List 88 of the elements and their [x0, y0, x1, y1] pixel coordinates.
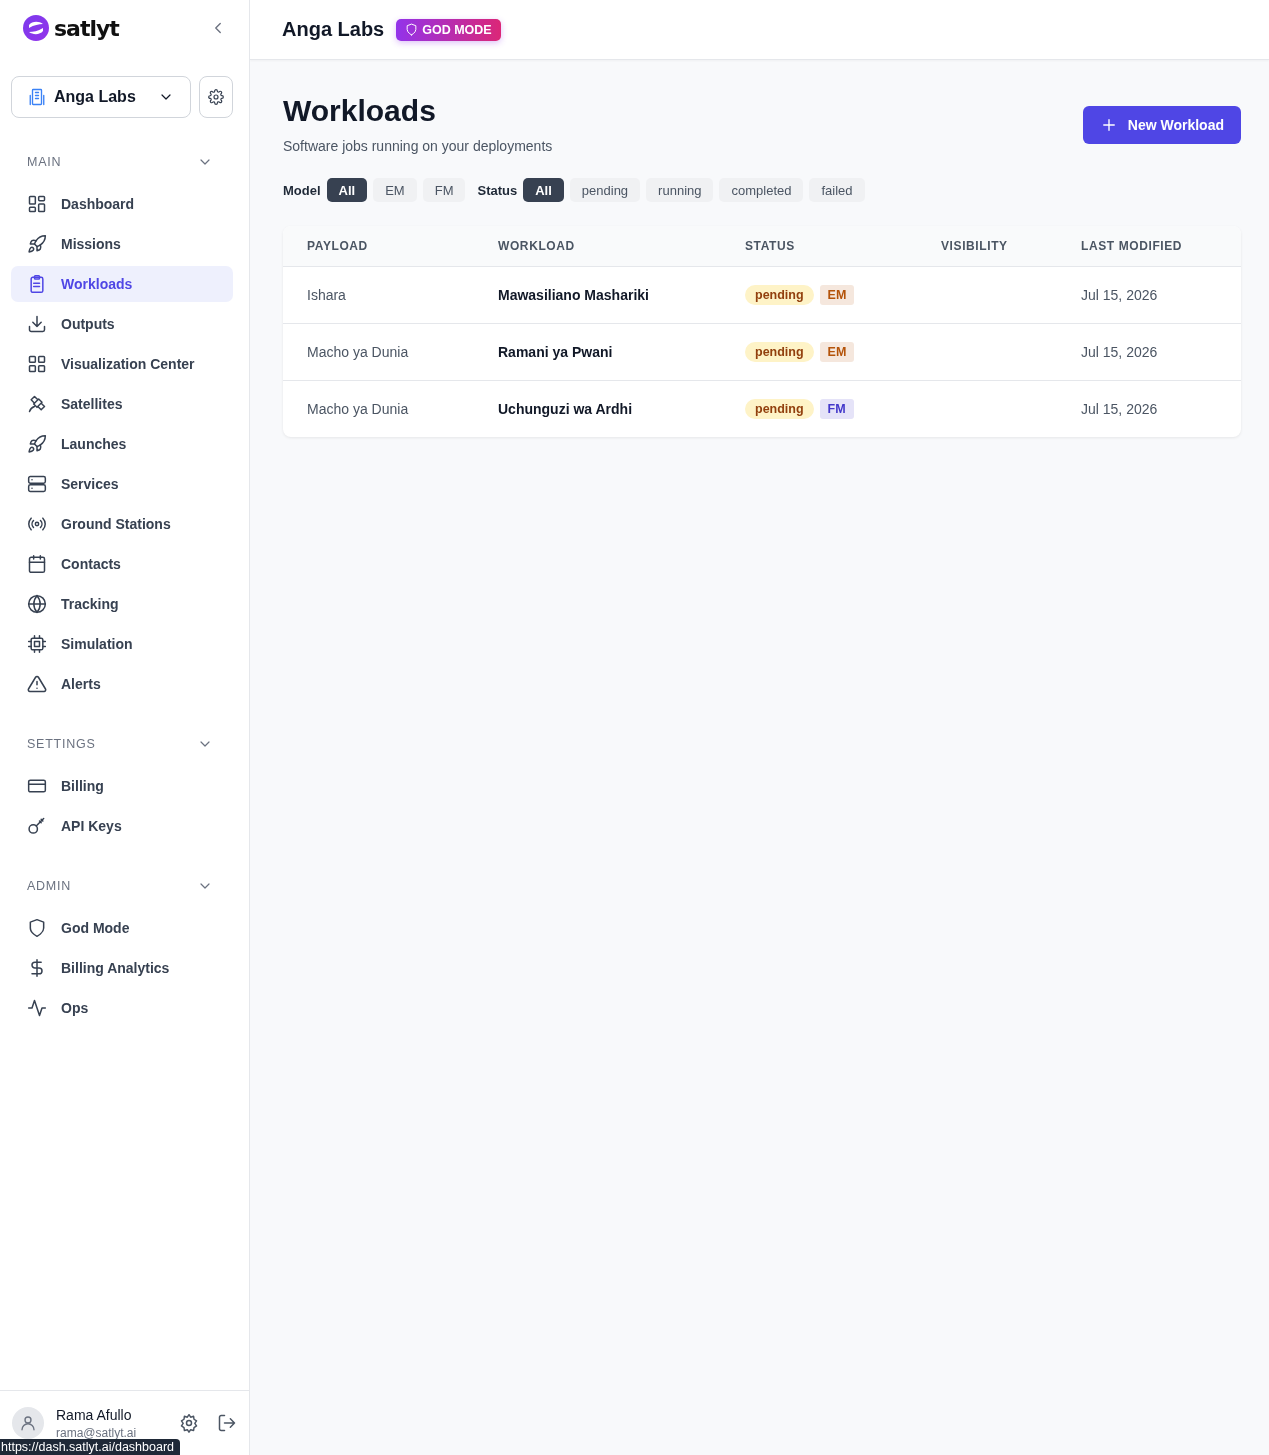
user-email: rama@satlyt.ai	[56, 1425, 138, 1440]
building-icon	[28, 88, 46, 106]
logout-button[interactable]	[217, 1413, 237, 1433]
download-icon	[27, 314, 47, 334]
page-title: Workloads	[283, 94, 437, 128]
filter-chip[interactable]: EM	[373, 178, 417, 202]
nav-item[interactable]: Ops	[11, 990, 233, 1026]
brand-name: satlyt	[54, 15, 119, 41]
status-badge: pending	[745, 342, 814, 362]
status-badge: pending	[745, 285, 814, 305]
filter-label: Status	[477, 182, 518, 198]
column-header: PAYLOAD	[307, 239, 369, 253]
filter-chip[interactable]: All	[326, 178, 368, 202]
column-header: STATUS	[745, 239, 796, 253]
warning-icon	[27, 674, 47, 694]
nav-item[interactable]: Simulation	[11, 626, 233, 662]
model-tag: EM	[819, 285, 855, 305]
nav-item[interactable]: Billing	[11, 768, 233, 804]
nav-item[interactable]: Services	[11, 466, 233, 502]
column-header: WORKLOAD	[498, 239, 576, 253]
settings-icon	[208, 89, 224, 105]
nav-item[interactable]: Launches	[11, 426, 233, 462]
satellite-icon	[27, 394, 47, 414]
grid-icon	[27, 194, 47, 214]
nav-item[interactable]: Tracking	[11, 586, 233, 622]
nav-item[interactable]: God Mode	[11, 910, 233, 946]
nav-item[interactable]: Workloads	[11, 266, 233, 302]
model-tag: EM	[819, 342, 855, 362]
logo-icon	[22, 14, 50, 42]
shield-icon	[405, 23, 419, 36]
nav-item[interactable]: Visualization Center	[11, 346, 233, 382]
filter-chip[interactable]: failed	[809, 178, 865, 202]
nav-item[interactable]: Outputs	[11, 306, 233, 342]
section-heading: ADMIN	[27, 879, 72, 893]
nav-item[interactable]: Ground Stations	[11, 506, 233, 542]
page-subtitle: Software jobs running on your deployments	[283, 138, 553, 154]
filter-chip[interactable]: All	[523, 178, 564, 202]
link-preview: https://dash.satlyt.ai/dashboard	[0, 1439, 181, 1455]
nav-item[interactable]: Dashboard	[11, 186, 233, 222]
new-workload-button[interactable]: New Workload	[1082, 106, 1241, 144]
table-cell-text: Jul 15, 2026	[1081, 401, 1159, 417]
key-icon	[27, 816, 47, 836]
model-tag: FM	[819, 399, 854, 419]
filter-chip[interactable]: completed	[719, 178, 804, 202]
server-icon	[27, 474, 47, 494]
filter-chip[interactable]: running	[646, 178, 714, 202]
filter-label: Model	[283, 182, 321, 198]
column-header: LAST MODIFIED	[1081, 239, 1184, 253]
table-cell-text: Uchunguzi wa Ardhi	[498, 401, 634, 417]
filter-chip[interactable]: FM	[422, 178, 466, 202]
settings-icon	[179, 1413, 199, 1433]
activity-icon	[27, 998, 47, 1018]
table-cell-text: Ramani ya Pwani	[498, 344, 614, 360]
table-cell-text: Jul 15, 2026	[1081, 344, 1159, 360]
avatar[interactable]	[12, 1407, 44, 1439]
nav-item[interactable]: Satellites	[11, 386, 233, 422]
credit-card-icon	[27, 776, 47, 796]
rocket-icon	[27, 234, 47, 254]
section-heading: MAIN	[27, 155, 62, 169]
nav-item[interactable]: Contacts	[11, 546, 233, 582]
god-mode-badge: GOD MODE	[396, 18, 501, 41]
broadcast-icon	[27, 514, 47, 534]
status-badge: pending	[745, 399, 814, 419]
grid-icon	[27, 354, 47, 374]
nav-item[interactable]: Missions	[11, 226, 233, 262]
filter-chip[interactable]: pending	[569, 178, 641, 202]
nav-item[interactable]: API Keys	[11, 808, 233, 844]
user-name: Rama Afullo	[56, 1406, 133, 1423]
table-cell-text: Macho ya Dunia	[307, 401, 410, 417]
table-cell-text: Ishara	[307, 287, 347, 303]
column-header: VISIBILITY	[941, 239, 1009, 253]
person-icon	[19, 1414, 37, 1432]
shield-icon	[27, 918, 47, 938]
calendar-icon	[27, 554, 47, 574]
table-cell-text: Mawasiliano Mashariki	[498, 287, 650, 303]
globe-icon	[27, 594, 47, 614]
organization-title: Anga Labs	[282, 18, 385, 41]
clipboard-icon	[27, 274, 47, 294]
table-cell-text: Jul 15, 2026	[1081, 287, 1159, 303]
nav-item[interactable]: Alerts	[11, 666, 233, 702]
chip-icon	[27, 634, 47, 654]
settings-button[interactable]	[179, 1413, 199, 1433]
organization-selector[interactable]: Anga Labs	[11, 76, 191, 118]
section-heading: SETTINGS	[27, 737, 96, 751]
logout-icon	[217, 1413, 237, 1433]
rocket-icon	[27, 434, 47, 454]
table-cell-text: Macho ya Dunia	[307, 344, 410, 360]
nav-item[interactable]: Billing Analytics	[11, 950, 233, 986]
